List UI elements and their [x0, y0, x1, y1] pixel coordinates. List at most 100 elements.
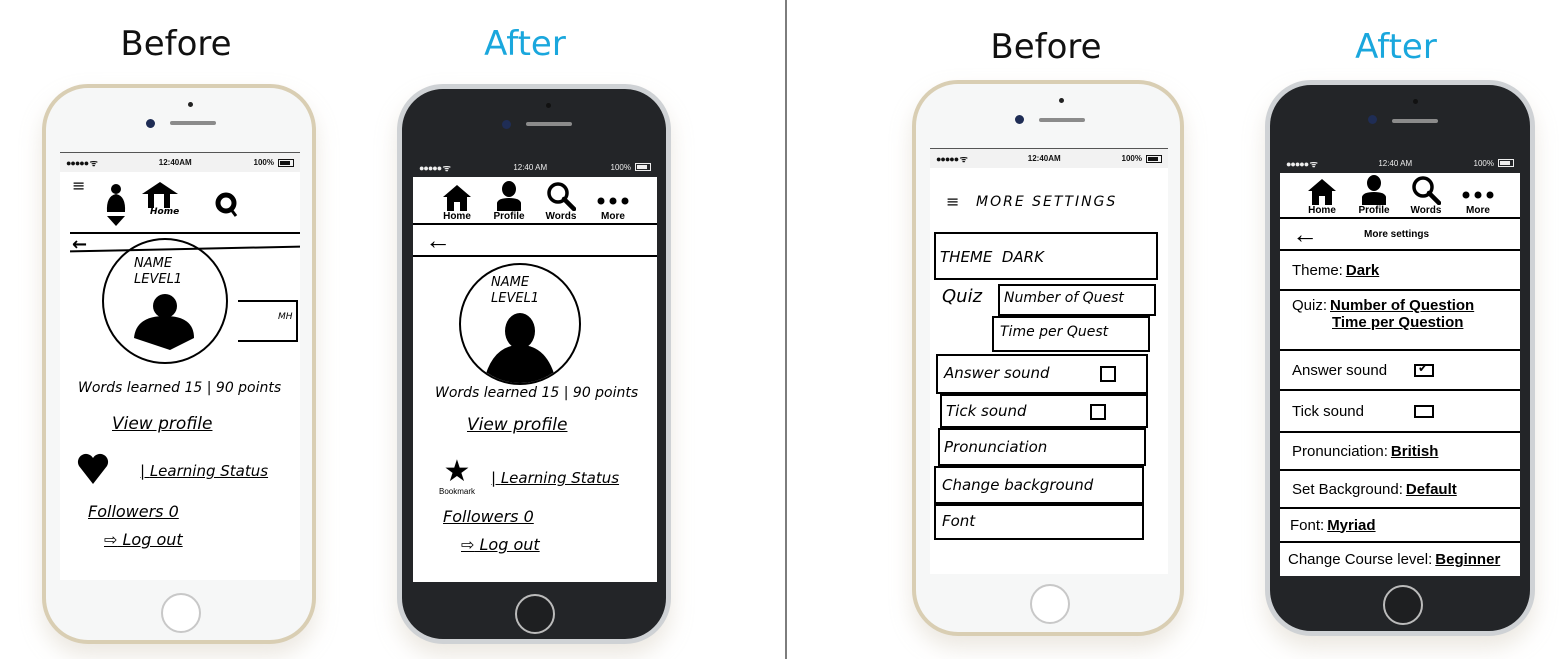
status-bar: ●●●●● ᯤ 12:40AM 100%: [930, 148, 1168, 168]
view-profile-link[interactable]: View profile: [112, 414, 212, 434]
profile-icon: [1362, 175, 1386, 205]
battery-icon: [635, 163, 651, 172]
sensor-dot: [1413, 99, 1418, 104]
signal-indicator: ●●●●● ᯤ: [936, 154, 968, 164]
heading-after-profile: After: [484, 24, 566, 64]
home-button[interactable]: [161, 593, 201, 633]
nav-home[interactable]: Home: [1303, 173, 1341, 217]
set-background-row[interactable]: Set Background: Default: [1280, 471, 1520, 509]
pronunciation-row[interactable]: Pronunciation: British: [1280, 433, 1520, 471]
back-arrow-icon[interactable]: ←: [1292, 221, 1318, 247]
quiz-time-per-question[interactable]: Time per Question: [1332, 314, 1463, 331]
battery-icon: [1146, 154, 1162, 163]
font-row[interactable]: Font: Myriad: [1280, 509, 1520, 543]
course-level-row[interactable]: Change Course level: Beginner: [1280, 543, 1520, 576]
battery-indicator: 100%: [254, 158, 294, 167]
nav-divider: [70, 232, 300, 234]
search-icon: [547, 182, 576, 211]
logout-button[interactable]: ⇨ Log out: [461, 535, 540, 554]
answer-sound-row: Answer sound: [1280, 351, 1520, 391]
nav-more[interactable]: More: [1459, 173, 1497, 217]
answer-sound-checkbox[interactable]: [1100, 366, 1116, 382]
panel-divider: [785, 0, 787, 659]
bookmark-button[interactable]: ★ Bookmark: [439, 455, 475, 497]
phone-before-settings: ●●●●● ᯤ 12:40AM 100% ≡ MORE SETTINGS THE…: [912, 80, 1184, 636]
followers-count[interactable]: Followers 0: [443, 507, 534, 526]
battery-icon: [278, 158, 294, 167]
nav-profile[interactable]: Profile: [490, 177, 528, 223]
profile-icon[interactable]: [104, 182, 128, 226]
nav-profile[interactable]: Profile: [1355, 173, 1393, 217]
answer-sound-label: Answer sound: [944, 364, 1050, 382]
signal-indicator: ●●●●● ᯤ: [66, 158, 98, 168]
search-icon[interactable]: [214, 192, 240, 218]
bottom-nav: Home Profile Words More: [413, 177, 657, 225]
more-icon: [597, 197, 629, 205]
font-value[interactable]: Myriad: [1327, 517, 1375, 534]
tick-sound-checkbox[interactable]: [1090, 404, 1106, 420]
menu-icon[interactable]: ≡: [72, 178, 85, 194]
earpiece-speaker: [1392, 119, 1438, 123]
learning-status-link[interactable]: | Learning Status: [491, 469, 619, 487]
phone-after-profile: ●●●●● ᯤ 12:40 AM 100% Home Profile Words…: [397, 84, 671, 644]
nav-words[interactable]: Words: [542, 177, 580, 223]
bottom-nav: Home Profile Words More: [1280, 173, 1520, 219]
pronunciation-value[interactable]: British: [1391, 443, 1439, 460]
screen: ●●●●● ᯤ 12:40 AM 100% Home Profile Words…: [413, 157, 657, 582]
menu-icon[interactable]: ≡: [946, 192, 959, 211]
answer-sound-checkbox[interactable]: [1414, 361, 1434, 377]
home-button[interactable]: [515, 594, 555, 634]
nav-more[interactable]: More: [594, 177, 632, 223]
home-icon: [443, 185, 471, 211]
tick-sound-row: Tick sound: [1280, 391, 1520, 433]
back-arrow-icon[interactable]: ←: [425, 227, 451, 253]
page-title: MORE SETTINGS: [976, 194, 1118, 210]
more-icon: [1462, 191, 1494, 199]
earpiece-speaker: [526, 122, 572, 126]
course-level-value[interactable]: Beginner: [1435, 551, 1500, 568]
heading-before-settings: Before: [990, 27, 1102, 67]
profile-name: NAME: [491, 275, 530, 290]
nav-words[interactable]: Words: [1407, 173, 1445, 217]
sensor-dot: [546, 103, 551, 108]
heading-after-settings: After: [1355, 27, 1437, 67]
home-icon: [1308, 179, 1336, 205]
quiz-number-of-question[interactable]: Number of Question: [1330, 297, 1474, 314]
background-value[interactable]: Default: [1406, 481, 1457, 498]
side-tab-label: MH: [278, 312, 293, 322]
status-time: 12:40AM: [158, 158, 192, 167]
logout-button[interactable]: ⇨ Log out: [104, 530, 183, 549]
theme-value[interactable]: Dark: [1346, 262, 1379, 279]
front-camera: [1015, 115, 1024, 124]
profile-level: LEVEL1: [491, 291, 540, 306]
font-label: Font: [942, 512, 976, 530]
heart-icon[interactable]: [76, 452, 110, 486]
profile-name: NAME: [134, 256, 173, 271]
home-button[interactable]: [1383, 585, 1423, 625]
logout-icon: ⇨: [461, 535, 475, 554]
nav-home[interactable]: Home: [438, 177, 476, 223]
star-icon: ★: [443, 455, 471, 488]
status-time: 12:40 AM: [513, 162, 548, 172]
front-camera: [1368, 115, 1377, 124]
logout-icon: ⇨: [104, 530, 118, 549]
back-bar: ←: [413, 225, 657, 257]
screen: ●●●●● ᯤ 12:40AM 100% ≡ MORE SETTINGS THE…: [930, 148, 1168, 574]
quiz-number-label: Number of Quest: [1004, 290, 1124, 306]
profile-level: LEVEL1: [134, 272, 183, 287]
learning-status-link[interactable]: | Learning Status: [140, 462, 268, 480]
battery-indicator: 100%: [1474, 159, 1514, 168]
battery-indicator: 100%: [611, 163, 651, 172]
status-time: 12:40AM: [1027, 154, 1061, 163]
theme-row[interactable]: Theme: Dark: [1280, 251, 1520, 291]
quiz-time-label: Time per Quest: [1000, 324, 1109, 340]
tick-sound-checkbox[interactable]: [1414, 404, 1434, 418]
followers-count[interactable]: Followers 0: [88, 502, 179, 521]
front-camera: [146, 119, 155, 128]
pronunciation-label: Pronunciation: [944, 438, 1048, 456]
change-background-label: Change background: [942, 476, 1094, 494]
status-time: 12:40 AM: [1378, 158, 1413, 168]
status-bar: ●●●●● ᯤ 12:40AM 100%: [60, 152, 300, 172]
home-button[interactable]: [1030, 584, 1070, 624]
view-profile-link[interactable]: View profile: [467, 415, 567, 435]
